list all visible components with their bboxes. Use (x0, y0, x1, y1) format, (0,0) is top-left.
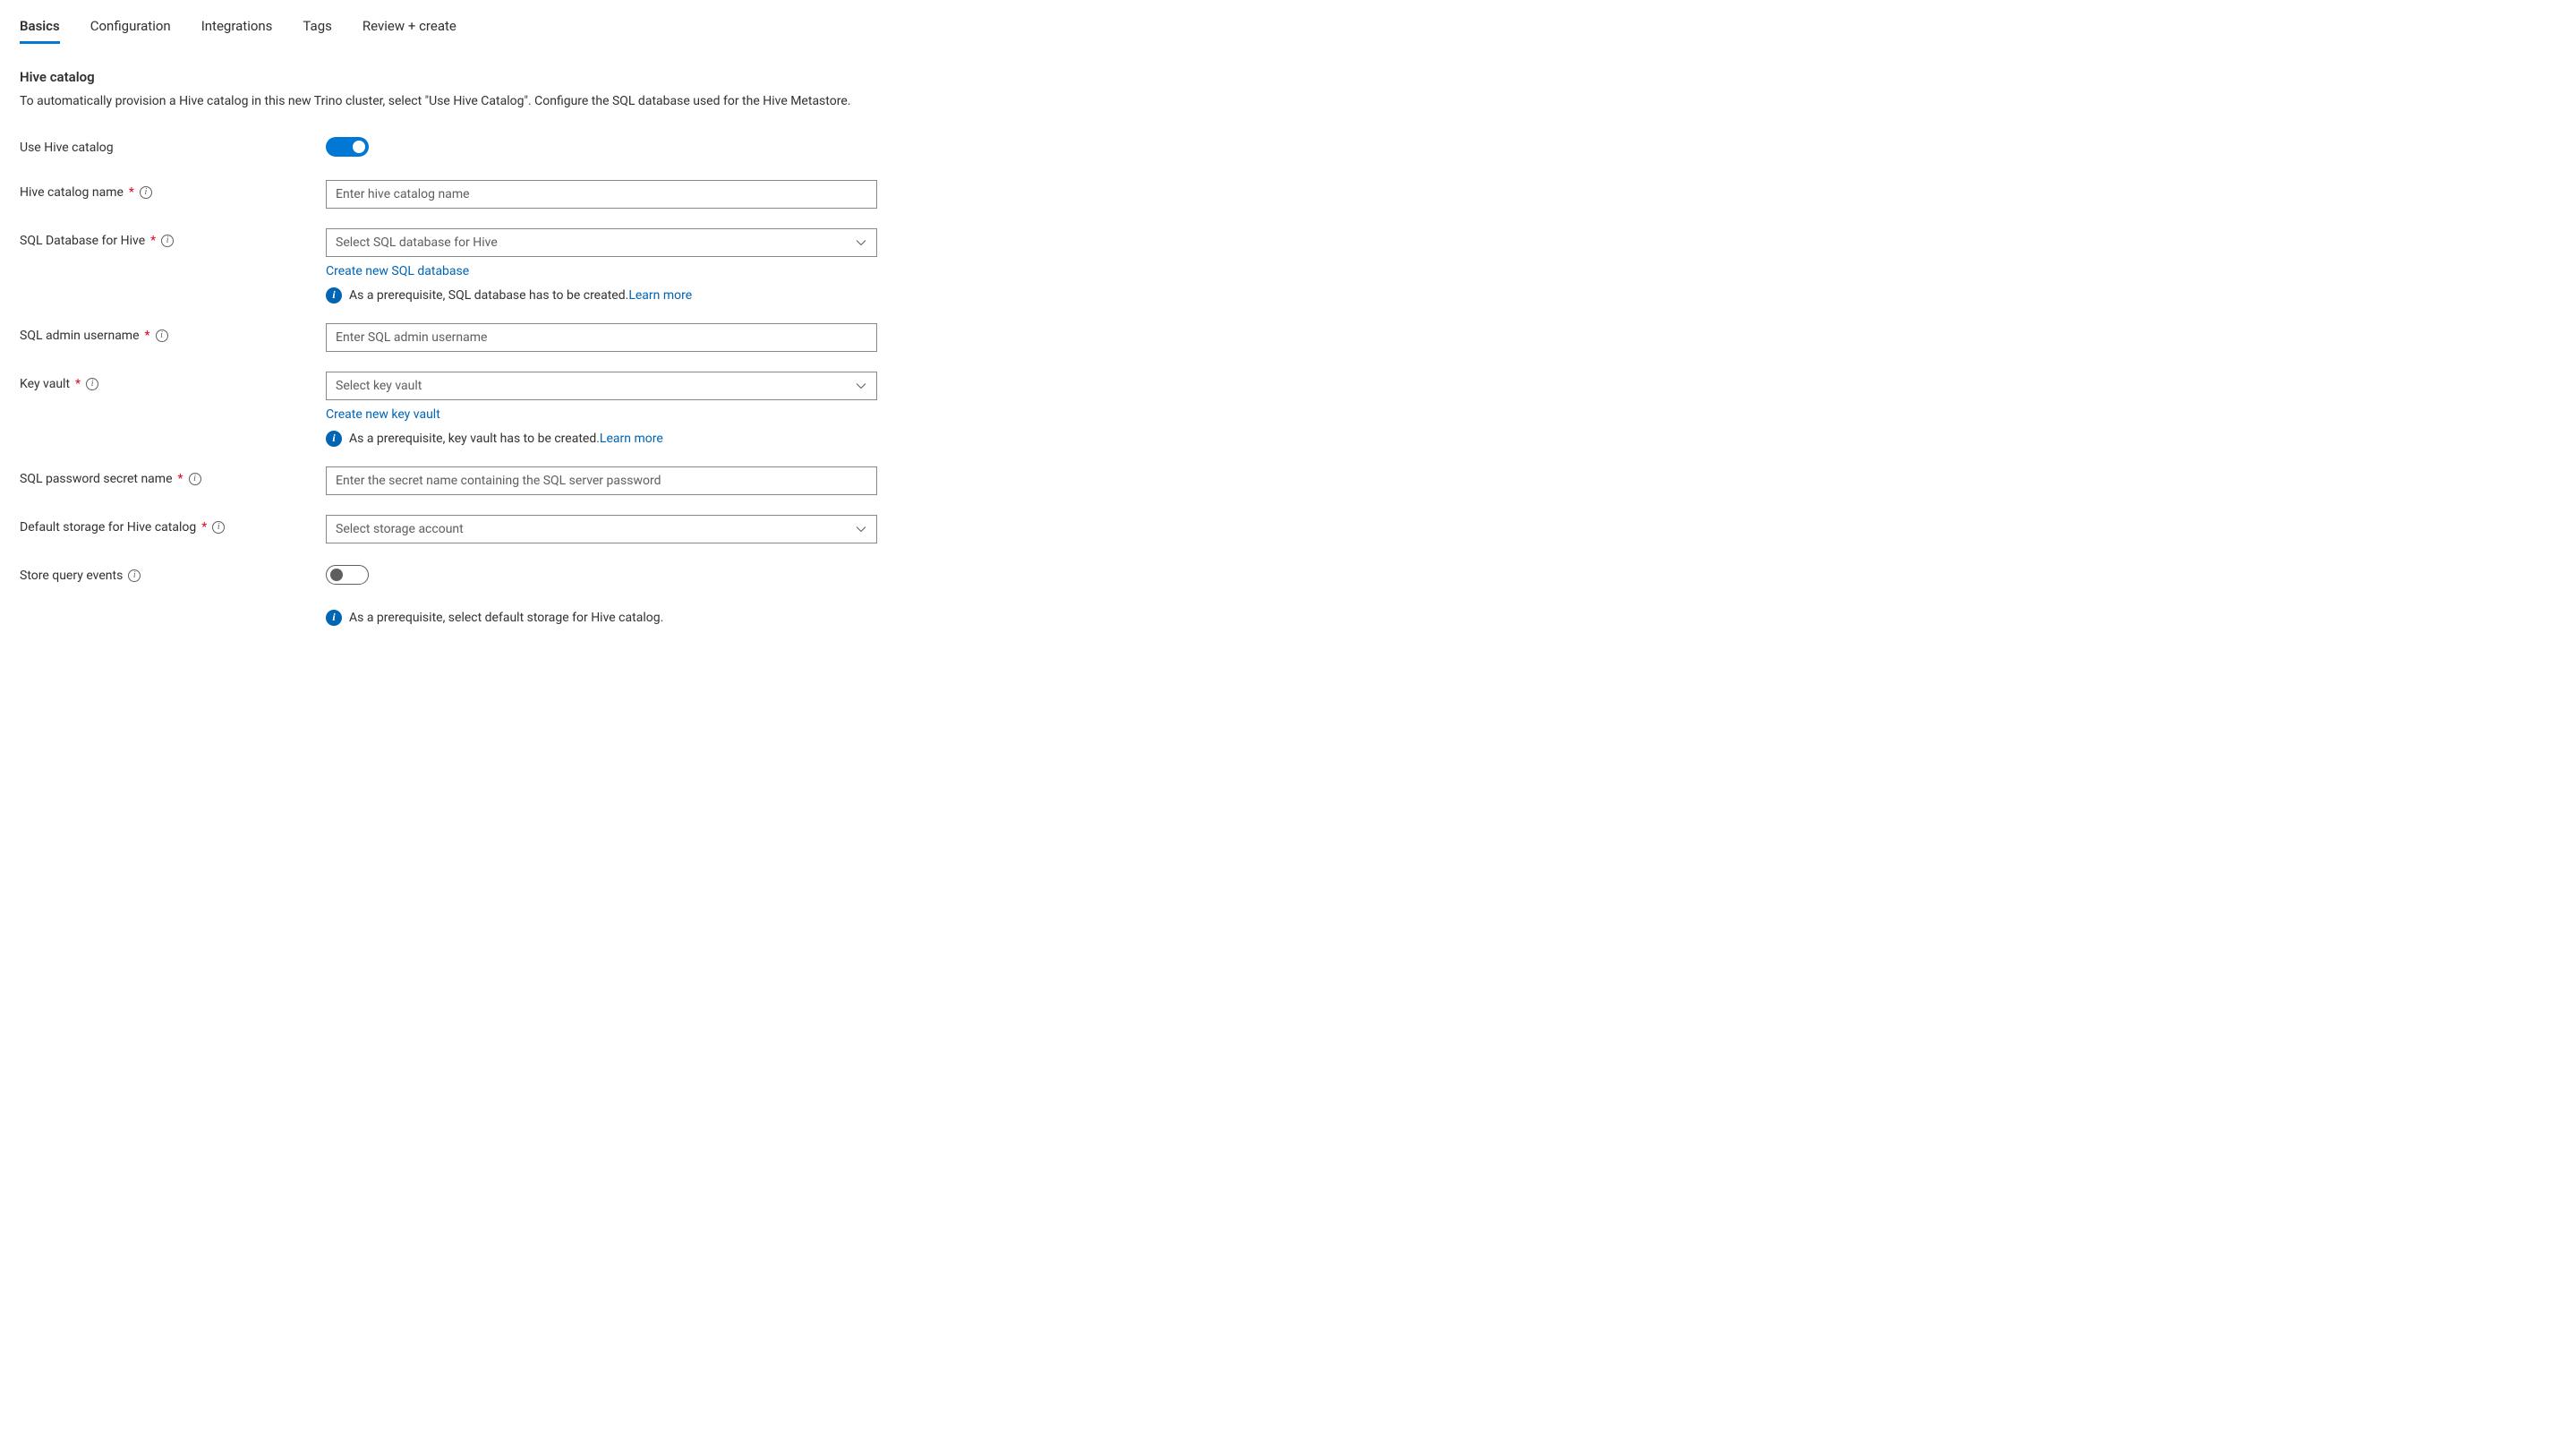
info-badge-icon: i (326, 431, 342, 447)
info-icon[interactable]: i (189, 473, 201, 485)
tab-configuration[interactable]: Configuration (90, 18, 171, 44)
info-icon[interactable]: i (140, 186, 152, 199)
label-default-storage: Default storage for Hive catalog (20, 520, 196, 535)
sql-password-secret-input[interactable] (326, 466, 877, 495)
required-indicator: * (145, 329, 150, 343)
label-key-vault: Key vault (20, 377, 70, 391)
label-sql-password-secret: SQL password secret name (20, 472, 173, 486)
label-store-query-events: Store query events (20, 569, 123, 583)
label-hive-catalog-name: Hive catalog name (20, 185, 124, 200)
tab-tags[interactable]: Tags (303, 18, 331, 44)
required-indicator: * (129, 185, 134, 200)
create-sql-database-link[interactable]: Create new SQL database (326, 264, 469, 278)
store-query-events-toggle[interactable] (326, 565, 369, 585)
default-storage-select[interactable]: Select storage account (326, 515, 877, 543)
info-badge-icon: i (326, 610, 342, 626)
info-icon[interactable]: i (161, 235, 174, 247)
select-placeholder: Select key vault (336, 379, 422, 393)
learn-more-link[interactable]: Learn more (600, 432, 663, 446)
wizard-tabs: Basics Configuration Integrations Tags R… (20, 18, 2556, 44)
create-key-vault-link[interactable]: Create new key vault (326, 407, 440, 422)
section-title: Hive catalog (20, 69, 2556, 85)
section-description: To automatically provision a Hive catalo… (20, 92, 870, 112)
label-use-hive-catalog: Use Hive catalog (20, 141, 114, 155)
sql-prereq-text: As a prerequisite, SQL database has to b… (349, 288, 628, 303)
info-icon[interactable]: i (128, 569, 141, 582)
sql-admin-username-input[interactable] (326, 323, 877, 352)
info-icon[interactable]: i (86, 378, 98, 390)
required-indicator: * (150, 234, 156, 248)
required-indicator: * (178, 472, 183, 486)
info-badge-icon: i (326, 287, 342, 304)
tab-integrations[interactable]: Integrations (201, 18, 273, 44)
learn-more-link[interactable]: Learn more (628, 288, 692, 303)
tab-review-create[interactable]: Review + create (363, 18, 456, 44)
sql-database-select[interactable]: Select SQL database for Hive (326, 228, 877, 257)
required-indicator: * (201, 520, 207, 535)
select-placeholder: Select storage account (336, 522, 464, 536)
label-sql-database: SQL Database for Hive (20, 234, 145, 248)
hive-catalog-name-input[interactable] (326, 180, 877, 209)
use-hive-catalog-toggle[interactable] (326, 137, 369, 157)
tab-basics[interactable]: Basics (20, 18, 60, 44)
label-sql-admin-username: SQL admin username (20, 329, 140, 343)
storage-prereq-text: As a prerequisite, select default storag… (349, 611, 663, 625)
required-indicator: * (75, 377, 81, 391)
info-icon[interactable]: i (156, 329, 168, 342)
select-placeholder: Select SQL database for Hive (336, 235, 498, 250)
key-vault-prereq-text: As a prerequisite, key vault has to be c… (349, 432, 600, 446)
info-icon[interactable]: i (212, 521, 225, 534)
key-vault-select[interactable]: Select key vault (326, 372, 877, 400)
